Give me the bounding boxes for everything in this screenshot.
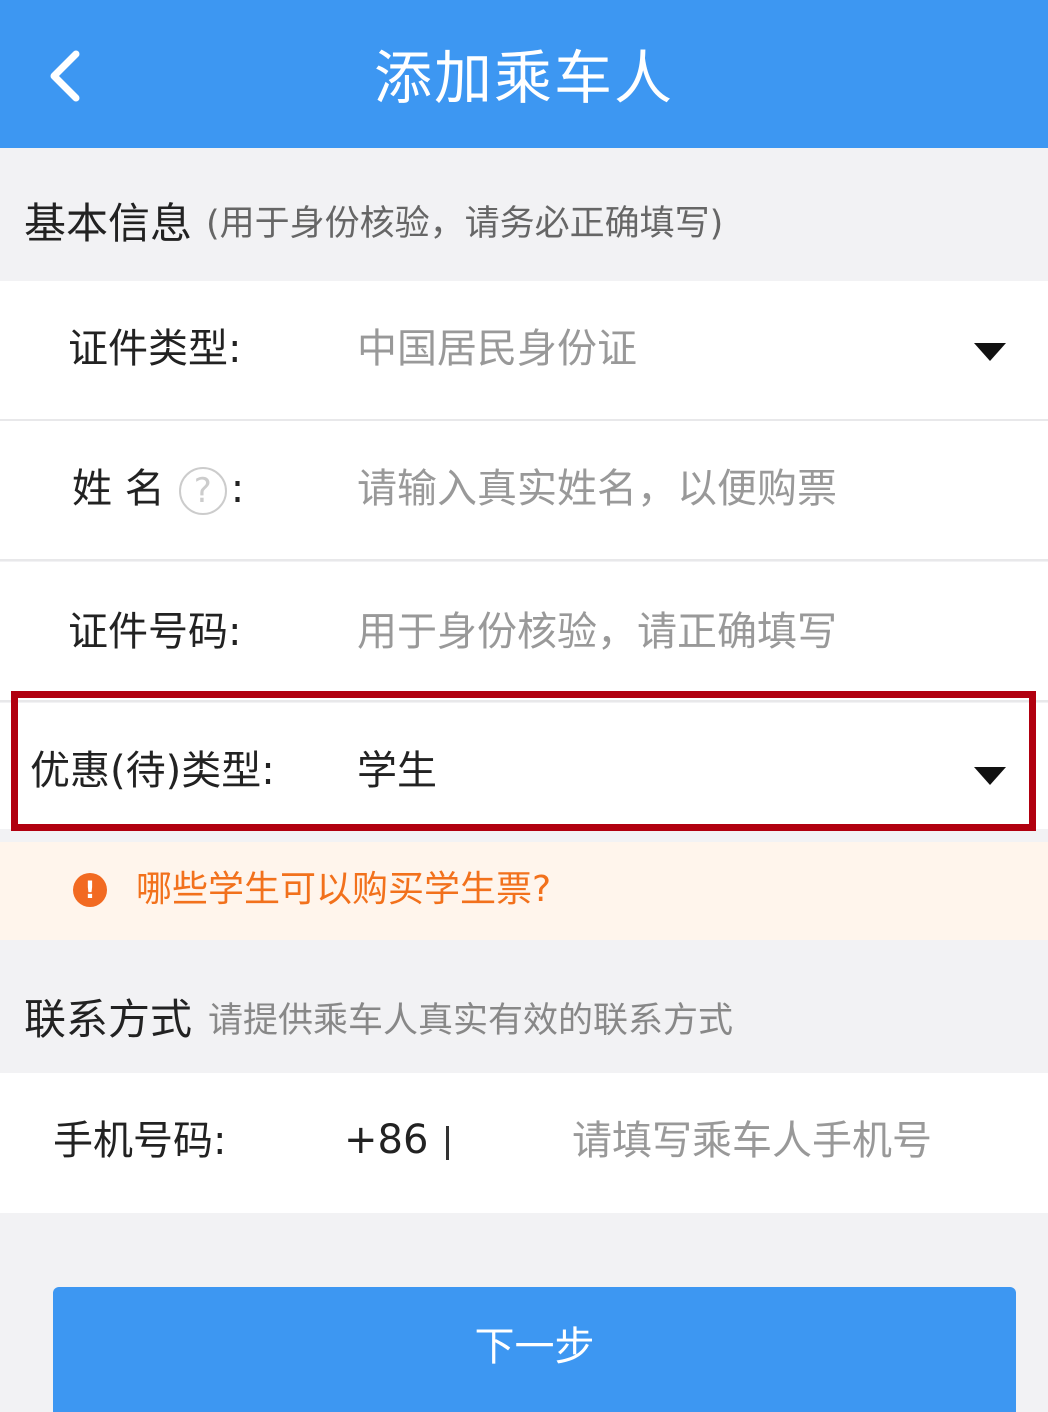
student-notice: ! 哪些学生可以购买学生票? xyxy=(0,842,1048,940)
contact-header: 联系方式 请提供乘车人真实有效的联系方式 xyxy=(0,942,1048,1072)
id-type-label: 证件类型: xyxy=(68,326,242,372)
name-label-colon: : xyxy=(230,466,245,512)
name-input[interactable]: 请输入真实姓名，以便购票 xyxy=(357,465,837,513)
alert-icon: ! xyxy=(73,873,107,907)
chevron-left-icon xyxy=(50,50,80,102)
phone-label: 手机号码: xyxy=(53,1118,227,1164)
phone-row: 手机号码: +86 xyxy=(0,1073,1048,1213)
id-type-value: 中国居民身份证 xyxy=(357,326,637,372)
contact-title: 联系方式 xyxy=(24,995,193,1044)
discount-type-row[interactable]: 优惠(待)类型: 学生 xyxy=(0,703,1048,829)
phone-input[interactable] xyxy=(572,1113,1012,1169)
discount-type-value: 学生 xyxy=(357,748,437,794)
name-label-text: 姓 名 xyxy=(72,466,165,512)
caret-down-icon xyxy=(974,767,1006,785)
phone-prefix[interactable]: +86 xyxy=(344,1116,428,1164)
student-ticket-link[interactable]: 哪些学生可以购买学生票? xyxy=(136,868,551,912)
caret-down-icon xyxy=(974,343,1006,361)
id-number-label: 证件号码: xyxy=(68,609,242,655)
name-label: 姓 名?: xyxy=(72,465,244,515)
next-button[interactable]: 下一步 xyxy=(53,1287,1016,1412)
discount-type-label: 优惠(待)类型: xyxy=(30,748,275,794)
id-number-row[interactable]: 证件号码: 用于身份核验，请正确填写 xyxy=(0,562,1048,702)
phone-divider xyxy=(446,1126,449,1160)
id-number-input[interactable]: 用于身份核验，请正确填写 xyxy=(357,608,837,656)
nav-bar: 添加乘车人 xyxy=(0,0,1048,148)
basic-info-hint: (用于身份核验，请务必正确填写) xyxy=(206,204,724,244)
back-button[interactable] xyxy=(40,40,100,112)
page-title: 添加乘车人 xyxy=(373,44,674,112)
id-type-row[interactable]: 证件类型: 中国居民身份证 xyxy=(0,281,1048,421)
name-row[interactable]: 姓 名?: 请输入真实姓名，以便购票 xyxy=(0,421,1048,561)
help-icon[interactable]: ? xyxy=(178,467,227,515)
contact-hint: 请提供乘车人真实有效的联系方式 xyxy=(208,1001,734,1041)
basic-info-header: 基本信息 (用于身份核验，请务必正确填写) xyxy=(0,150,1048,280)
basic-info-title: 基本信息 xyxy=(24,199,193,248)
